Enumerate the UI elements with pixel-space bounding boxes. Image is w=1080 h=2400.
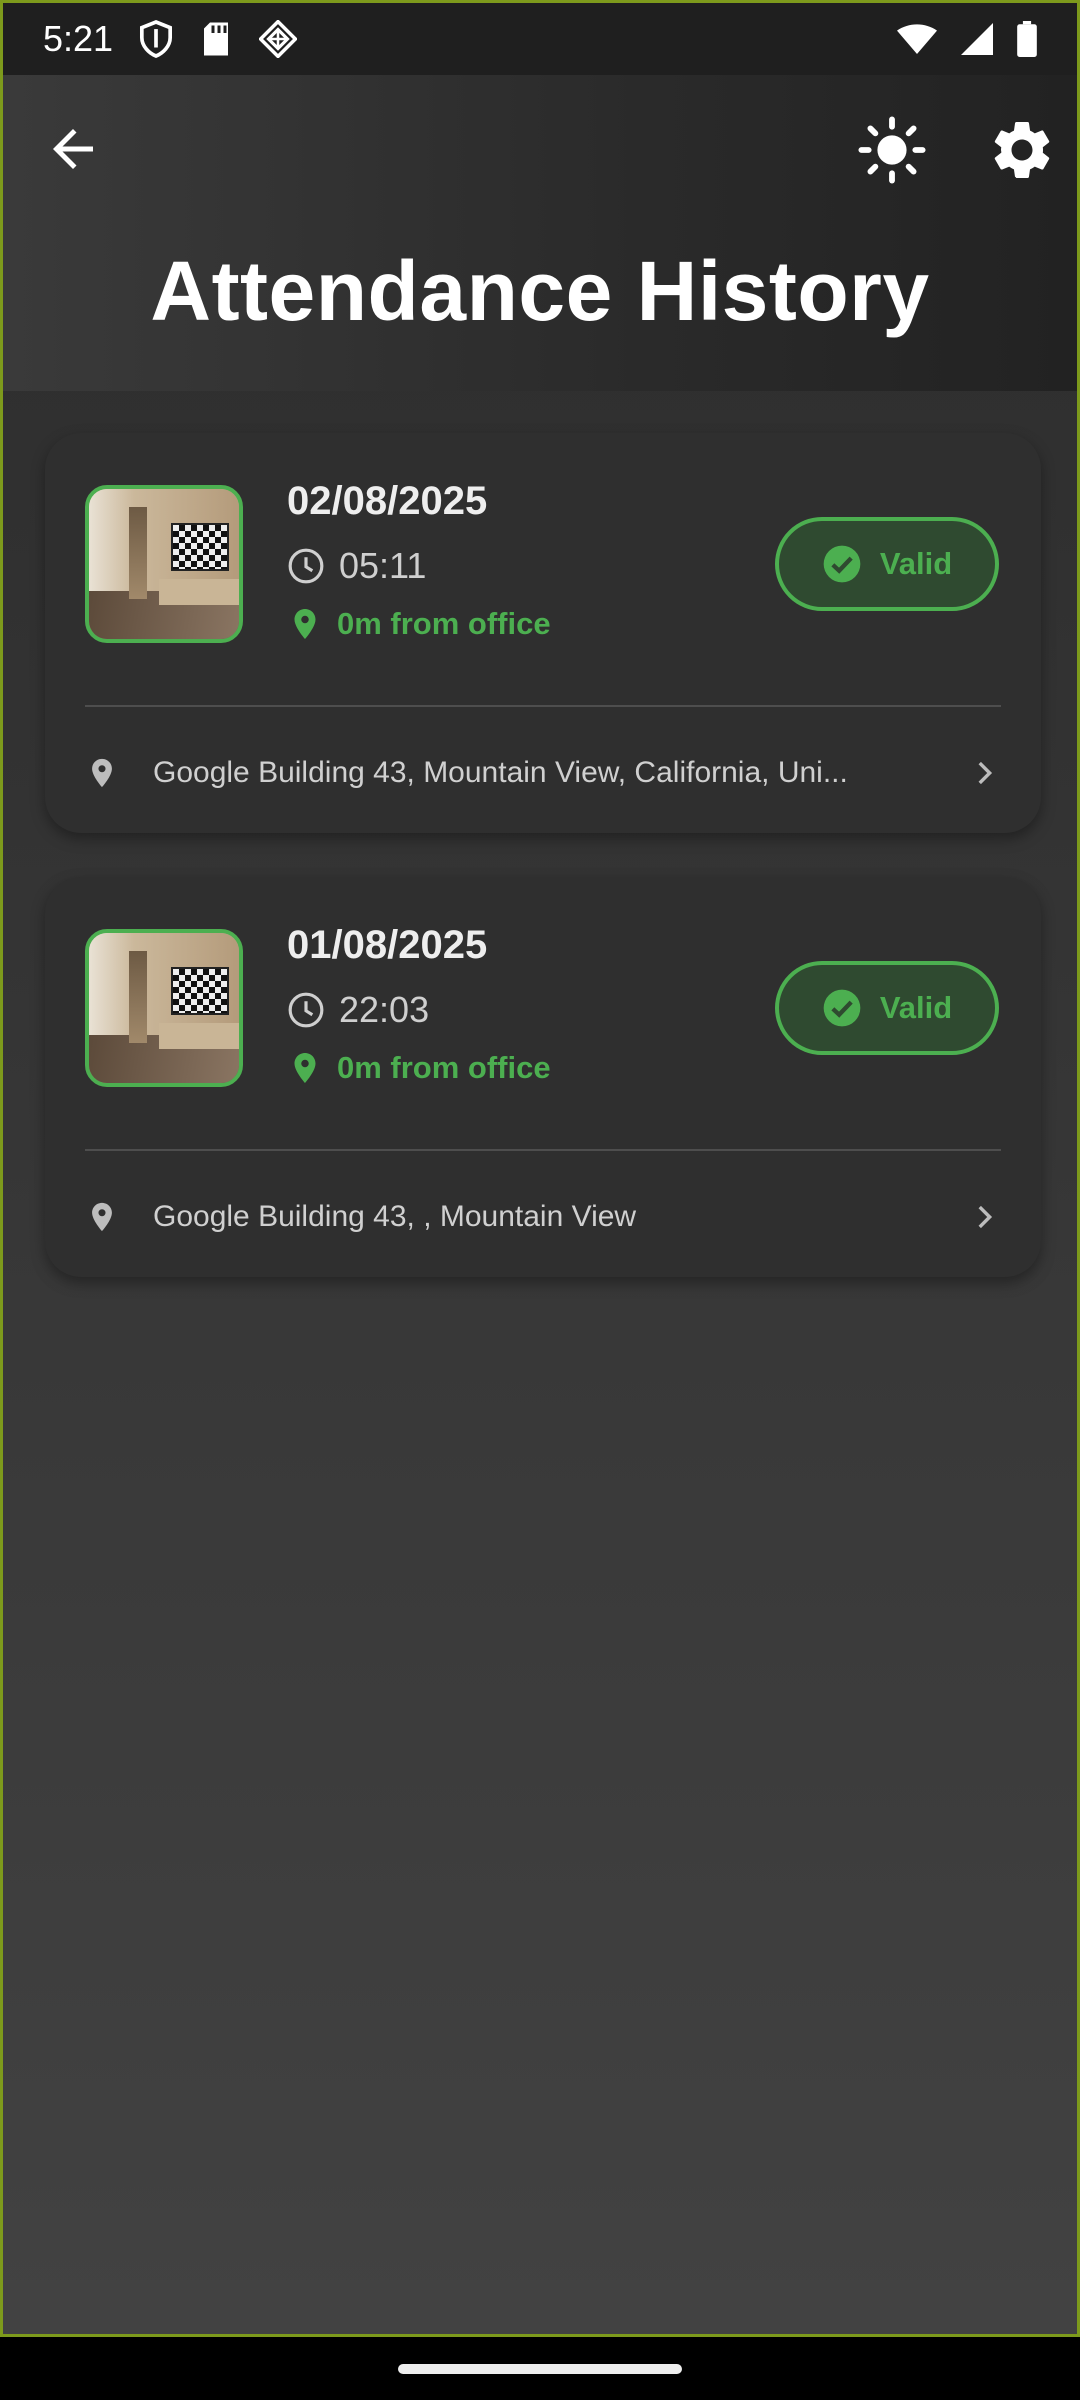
chevron-right-icon[interactable]: [967, 756, 1001, 790]
divider: [85, 705, 1001, 707]
address-text: Google Building 43, , Mountain View: [153, 1200, 637, 1233]
location-pin-icon: [92, 1202, 112, 1232]
attendance-date: 02/08/2025: [287, 479, 488, 523]
shield-icon: [140, 20, 173, 58]
distance-from-office: 0m from office: [337, 1050, 551, 1085]
location-pin-icon: [294, 609, 316, 639]
distance-row: 0m from office: [287, 1049, 551, 1087]
attendance-date: 01/08/2025: [287, 923, 488, 967]
sun-icon[interactable]: [857, 115, 927, 185]
address-text: Google Building 43, Mountain View, Calif…: [153, 756, 848, 789]
sd-card-icon: [204, 22, 229, 56]
clock-icon: [288, 548, 324, 584]
location-pin-icon: [92, 758, 112, 788]
status-right-icons: [897, 21, 1037, 57]
gear-icon[interactable]: [987, 115, 1057, 185]
clock-icon: [288, 992, 324, 1028]
divider: [85, 1149, 1001, 1151]
arrow-back-icon[interactable]: [43, 119, 103, 179]
page-title: Attendance History: [150, 244, 930, 338]
attendance-card[interactable]: 01/08/2025 22:03 0m from office Valid Go…: [45, 877, 1041, 1277]
attendance-time: 22:03: [339, 989, 430, 1030]
address-row[interactable]: Google Building 43, , Mountain View: [85, 1177, 1001, 1257]
attendance-card[interactable]: 02/08/2025 05:11 0m from office Valid Go…: [45, 433, 1041, 833]
app-frame: 5:21 Attendance History 02/08/2025 05:11…: [0, 0, 1080, 2337]
address-row[interactable]: Google Building 43, Mountain View, Calif…: [85, 733, 1001, 813]
distance-from-office: 0m from office: [337, 606, 551, 641]
status-time: 5:21: [43, 18, 114, 59]
status-label: Valid: [879, 990, 953, 1025]
wifi-icon: [897, 24, 937, 54]
attendance-time: 05:11: [339, 545, 427, 586]
status-left-icons: [139, 20, 298, 58]
location-pin-icon: [294, 1053, 316, 1083]
status-badge: Valid: [775, 961, 999, 1055]
attendance-time-row: 22:03: [287, 989, 429, 1031]
distance-row: 0m from office: [287, 605, 551, 643]
attendance-photo[interactable]: [85, 929, 243, 1087]
attendance-time-row: 05:11: [287, 545, 426, 587]
app-bar: Attendance History: [3, 75, 1077, 391]
attendance-photo[interactable]: [85, 485, 243, 643]
battery-icon: [1017, 21, 1037, 57]
status-bar: 5:21: [3, 3, 1077, 75]
check-circle-icon: [823, 545, 861, 583]
gesture-nav-handle[interactable]: [398, 2364, 682, 2374]
cell-signal-icon: [961, 23, 993, 55]
check-circle-icon: [823, 989, 861, 1027]
status-badge: Valid: [775, 517, 999, 611]
ar-core-icon: [259, 20, 298, 58]
status-label: Valid: [879, 546, 953, 581]
chevron-right-icon[interactable]: [967, 1200, 1001, 1234]
